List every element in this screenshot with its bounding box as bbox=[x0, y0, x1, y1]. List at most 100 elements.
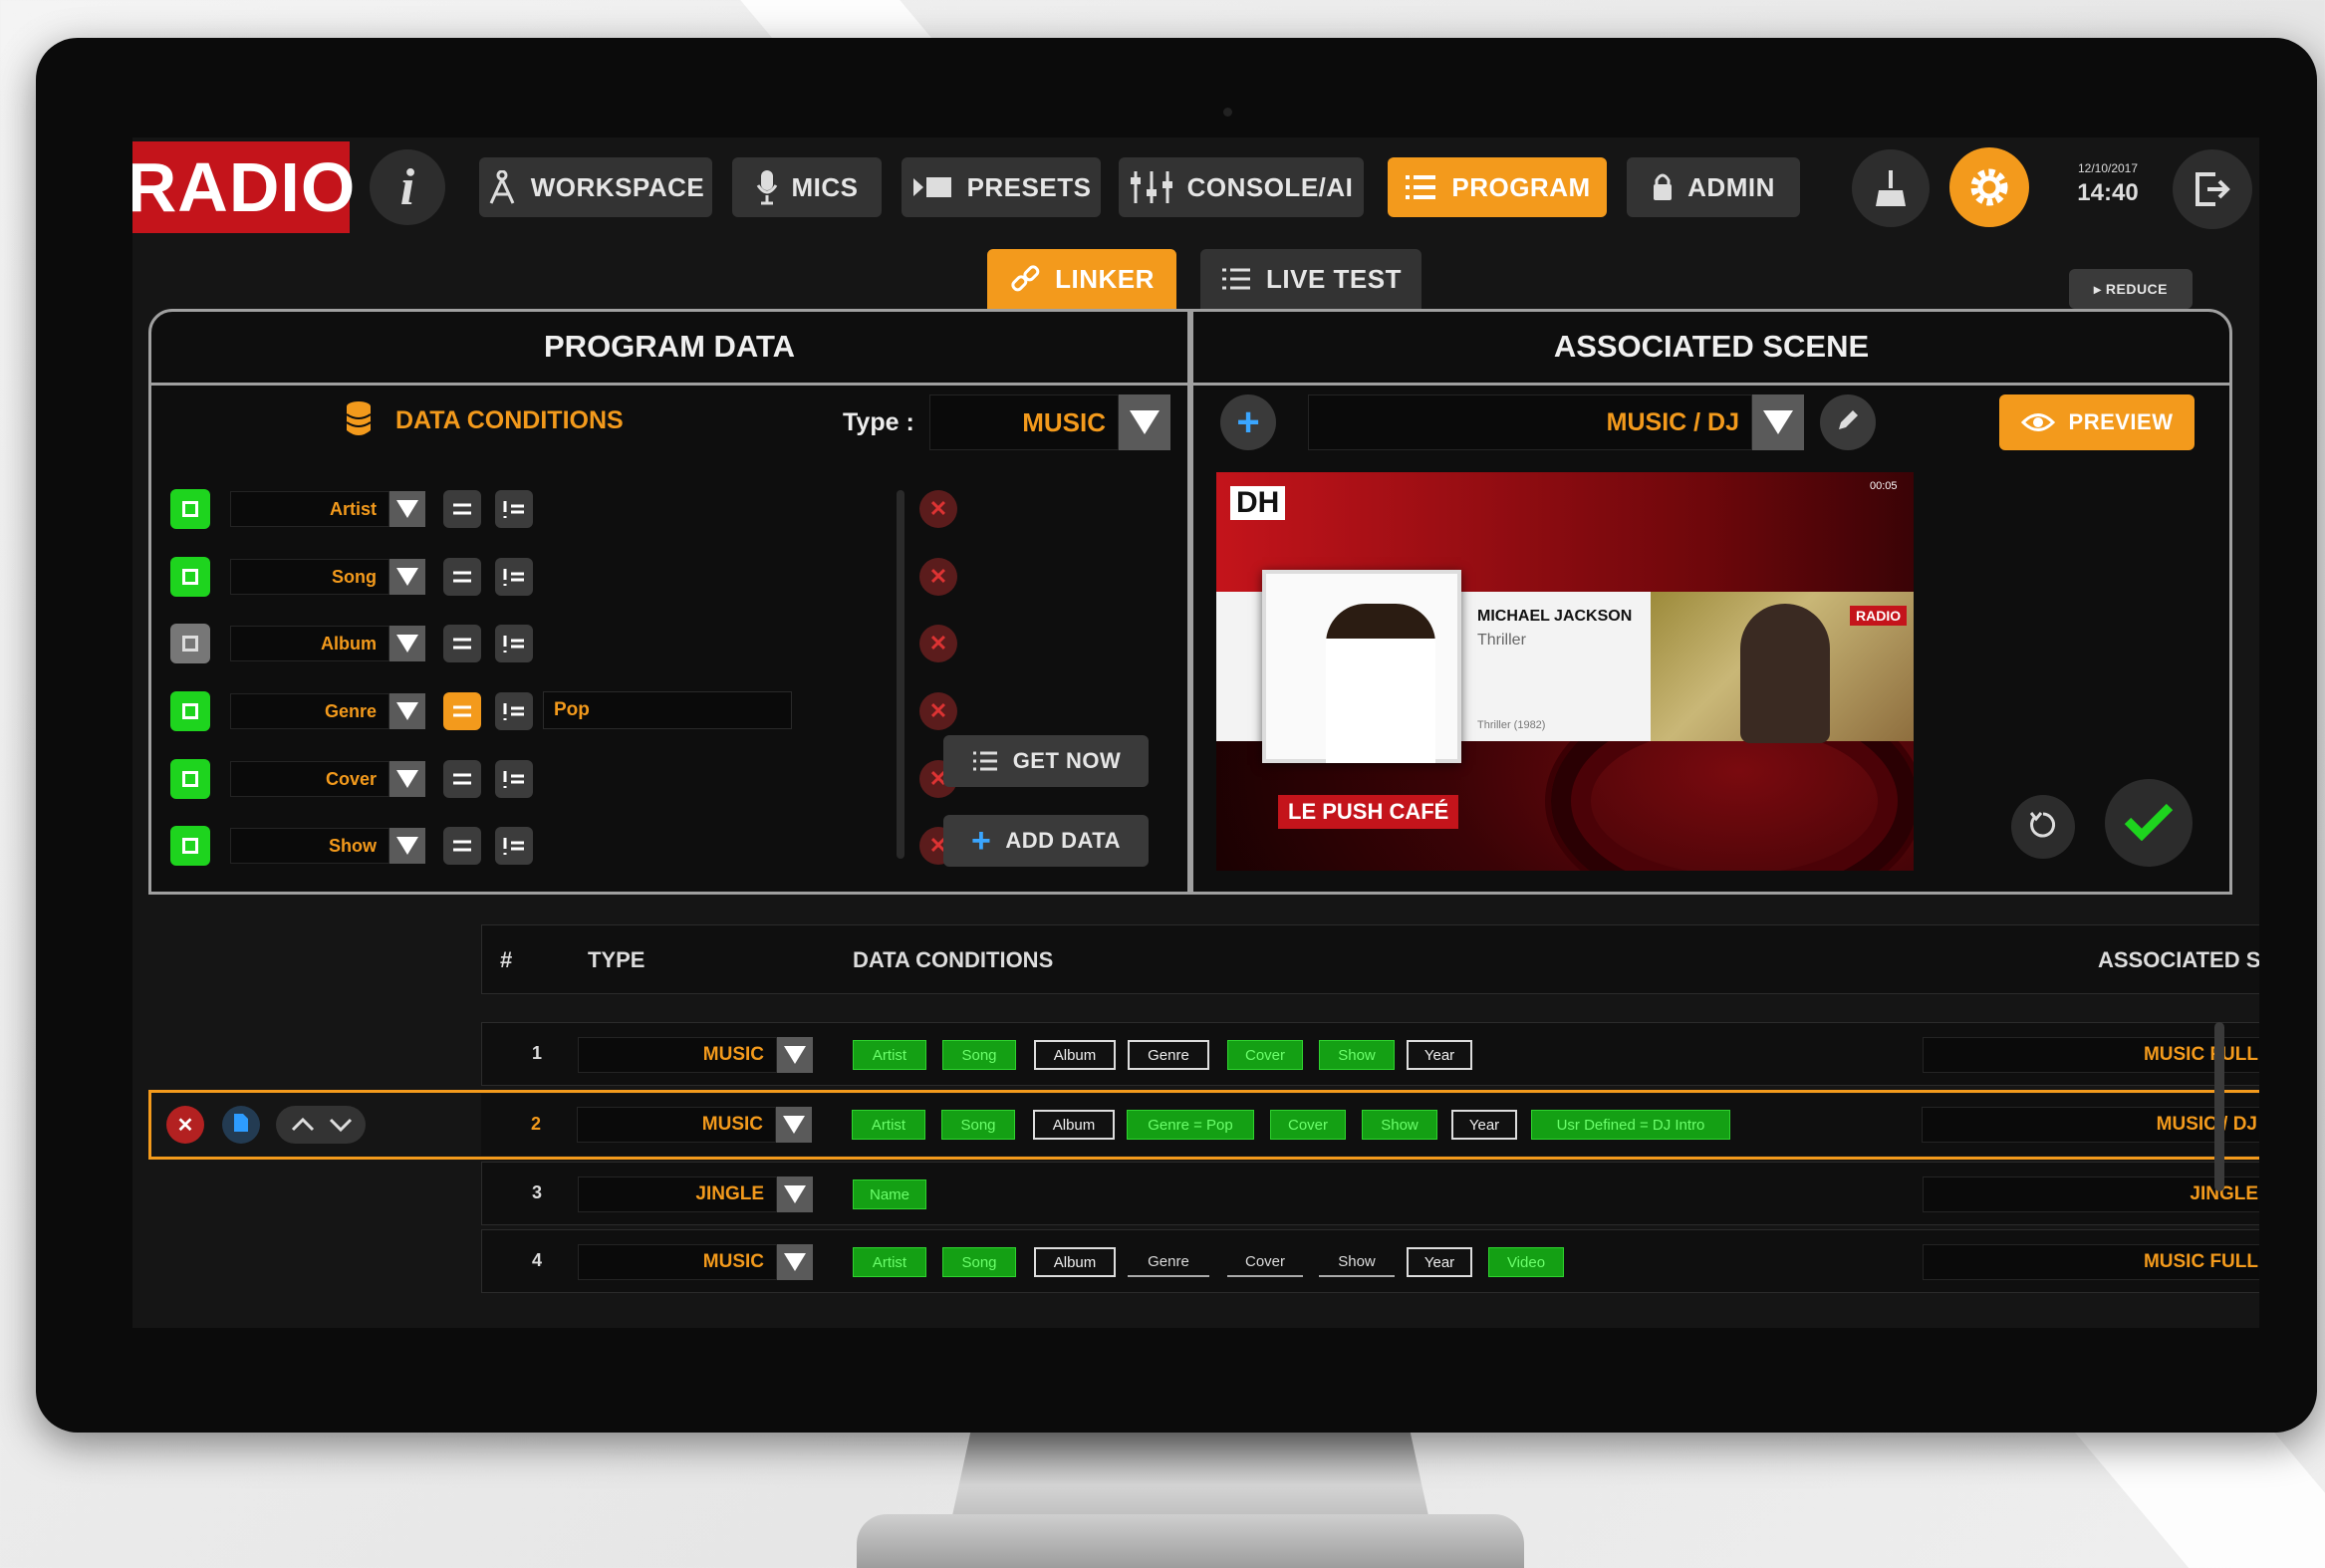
delete-condition-button[interactable]: ✕ bbox=[919, 692, 957, 730]
tab-live-test[interactable]: LIVE TEST bbox=[1200, 249, 1421, 309]
equals-operator-button[interactable] bbox=[443, 692, 481, 730]
check-icon bbox=[182, 703, 198, 719]
move-up-button[interactable] bbox=[286, 1110, 320, 1140]
add-data-button[interactable]: + ADD DATA bbox=[943, 815, 1149, 867]
row-type-arrow[interactable] bbox=[777, 1176, 813, 1212]
table-row-selected[interactable]: 2 MUSIC Artist Song Album Genre = Pop Co… bbox=[481, 1094, 2259, 1156]
nav-workspace-button[interactable]: WORKSPACE bbox=[479, 157, 712, 217]
not-equals-operator-button[interactable] bbox=[495, 490, 533, 528]
field-select[interactable]: Artist bbox=[230, 491, 389, 527]
reset-button[interactable] bbox=[2011, 795, 2075, 859]
preview-button[interactable]: PREVIEW bbox=[1999, 394, 2195, 450]
field-select[interactable]: Song bbox=[230, 559, 389, 595]
close-icon: ✕ bbox=[176, 1114, 194, 1137]
row-type-arrow[interactable] bbox=[776, 1107, 812, 1143]
tab-linker[interactable]: LINKER bbox=[987, 249, 1176, 309]
row-type-arrow[interactable] bbox=[777, 1244, 813, 1280]
reduce-button[interactable]: ▸ REDUCE bbox=[2069, 269, 2193, 309]
table-row[interactable]: 1 MUSIC Artist Song Album Genre Cover Sh… bbox=[481, 1022, 2259, 1086]
enable-toggle[interactable] bbox=[170, 759, 210, 799]
table-row[interactable]: 4 MUSIC Artist Song Album Genre Cover Sh… bbox=[481, 1229, 2259, 1293]
dj-figure bbox=[1740, 604, 1830, 743]
table-scrollbar[interactable] bbox=[2214, 1022, 2224, 1191]
enable-toggle[interactable] bbox=[170, 624, 210, 663]
table-row[interactable]: 3 JINGLE Name JINGLE bbox=[481, 1162, 2259, 1225]
type-select-arrow[interactable] bbox=[1119, 394, 1170, 450]
field-select[interactable]: Show bbox=[230, 828, 389, 864]
get-now-button[interactable]: GET NOW bbox=[943, 735, 1149, 787]
field-select-arrow[interactable] bbox=[389, 693, 425, 729]
row-scene-select[interactable]: MUSIC FULL bbox=[1923, 1244, 2259, 1280]
close-icon: ✕ bbox=[928, 564, 948, 589]
equals-operator-button[interactable] bbox=[443, 558, 481, 596]
edit-scene-button[interactable] bbox=[1820, 394, 1876, 450]
add-data-label: ADD DATA bbox=[1005, 828, 1121, 853]
delete-row-button[interactable]: ✕ bbox=[166, 1106, 204, 1144]
field-select-arrow[interactable] bbox=[389, 828, 425, 864]
row-type-value: JINGLE bbox=[695, 1183, 764, 1204]
row-type-select[interactable]: MUSIC bbox=[578, 1037, 777, 1073]
equals-operator-button[interactable] bbox=[443, 827, 481, 865]
row-type-select[interactable]: MUSIC bbox=[578, 1244, 777, 1280]
field-select-arrow[interactable] bbox=[389, 491, 425, 527]
row-type-arrow[interactable] bbox=[777, 1037, 813, 1073]
condition-tag: Show bbox=[1319, 1247, 1395, 1277]
equals-operator-button[interactable] bbox=[443, 760, 481, 798]
nav-mics-button[interactable]: MICS bbox=[732, 157, 882, 217]
settings-button[interactable] bbox=[1949, 147, 2029, 227]
table-header: # TYPE DATA CONDITIONS ASSOCIATED SCENE bbox=[481, 924, 2259, 994]
preview-brand-logo: DH bbox=[1230, 486, 1286, 520]
scene-select-arrow[interactable] bbox=[1752, 394, 1804, 450]
chevron-down-icon bbox=[396, 500, 418, 518]
equals-operator-button[interactable] bbox=[443, 625, 481, 662]
field-select[interactable]: Cover bbox=[230, 761, 389, 797]
confirm-button[interactable] bbox=[2105, 779, 2193, 867]
logout-button[interactable] bbox=[2173, 149, 2252, 229]
enable-toggle[interactable] bbox=[170, 826, 210, 866]
enable-toggle[interactable] bbox=[170, 557, 210, 597]
enable-toggle[interactable] bbox=[170, 489, 210, 529]
duplicate-row-button[interactable] bbox=[222, 1106, 260, 1144]
broom-button[interactable] bbox=[1852, 149, 1930, 227]
nav-admin-button[interactable]: ADMIN bbox=[1627, 157, 1800, 217]
field-select-arrow[interactable] bbox=[389, 559, 425, 595]
condition-tag: Genre = Pop bbox=[1127, 1110, 1254, 1140]
not-equals-operator-button[interactable] bbox=[495, 827, 533, 865]
row-type-select[interactable]: MUSIC bbox=[577, 1107, 776, 1143]
conditions-scrollbar[interactable] bbox=[897, 490, 904, 859]
type-label: Type : bbox=[843, 408, 914, 436]
condition-tag: Album bbox=[1034, 1040, 1116, 1070]
not-equals-operator-button[interactable] bbox=[495, 558, 533, 596]
row-number: 3 bbox=[532, 1182, 543, 1202]
row-type-select[interactable]: JINGLE bbox=[578, 1176, 777, 1212]
field-select-arrow[interactable] bbox=[389, 761, 425, 797]
row-scene-select[interactable]: JINGLE bbox=[1923, 1176, 2259, 1212]
chevron-down-icon bbox=[396, 635, 418, 653]
not-equals-operator-button[interactable] bbox=[495, 625, 533, 662]
move-down-button[interactable] bbox=[324, 1110, 358, 1140]
scene-select[interactable]: MUSIC / DJ bbox=[1308, 394, 1752, 450]
condition-value-input[interactable]: Pop bbox=[543, 691, 792, 729]
nav-program-button[interactable]: PROGRAM bbox=[1388, 157, 1607, 217]
not-equals-operator-button[interactable] bbox=[495, 760, 533, 798]
equals-operator-button[interactable] bbox=[443, 490, 481, 528]
nav-console-button[interactable]: CONSOLE/AI bbox=[1119, 157, 1364, 217]
enable-toggle[interactable] bbox=[170, 691, 210, 731]
info-button[interactable]: i bbox=[370, 149, 445, 225]
row-scene-select[interactable]: MUSIC / DJ bbox=[1922, 1107, 2259, 1143]
eye-icon bbox=[2020, 411, 2055, 433]
nav-presets-button[interactable]: PRESETS bbox=[902, 157, 1101, 217]
field-select[interactable]: Album bbox=[230, 626, 389, 661]
camera-icon bbox=[1223, 108, 1232, 117]
not-equals-operator-button[interactable] bbox=[495, 692, 533, 730]
delete-condition-button[interactable]: ✕ bbox=[919, 625, 957, 662]
add-scene-button[interactable]: + bbox=[1220, 394, 1276, 450]
type-select[interactable]: MUSIC bbox=[929, 394, 1119, 450]
field-select[interactable]: Genre bbox=[230, 693, 389, 729]
delete-condition-button[interactable]: ✕ bbox=[919, 490, 957, 528]
app-screen: RADIO i WORKSPACE MICS PRESETS CONSOLE/A… bbox=[132, 137, 2259, 1328]
studio-badge: RADIO bbox=[1850, 606, 1908, 626]
row-scene-select[interactable]: MUSIC FULL bbox=[1923, 1037, 2259, 1073]
delete-condition-button[interactable]: ✕ bbox=[919, 558, 957, 596]
field-select-arrow[interactable] bbox=[389, 626, 425, 661]
